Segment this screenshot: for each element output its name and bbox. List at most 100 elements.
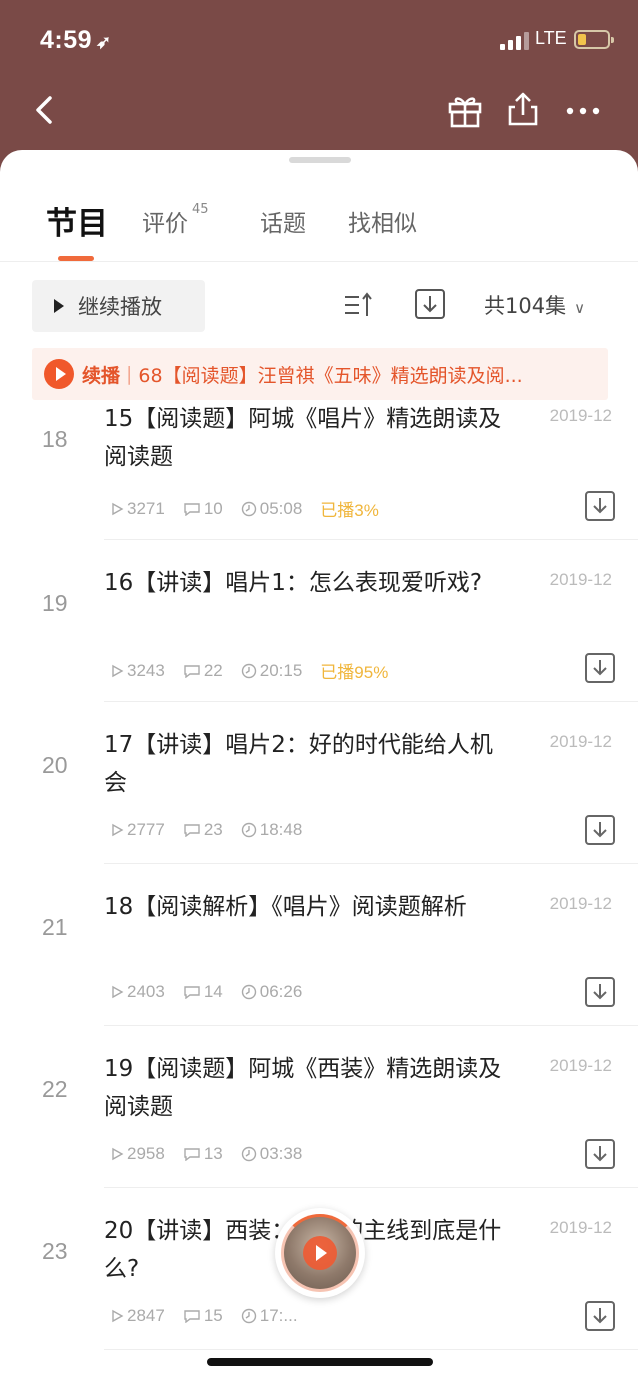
episode-count-selector[interactable]: 共104集 ∨ bbox=[484, 290, 585, 320]
more-button[interactable] bbox=[560, 88, 606, 134]
play-count: 3271 bbox=[127, 498, 165, 518]
episode-title: 15【阅读题】阿城《唱片》精选朗读及阅读题 bbox=[104, 406, 502, 470]
row-divider bbox=[104, 1349, 638, 1350]
episode-meta: 2403 14 06:26 bbox=[110, 982, 320, 1002]
mini-player-cover bbox=[281, 1214, 359, 1292]
play-icon bbox=[54, 299, 64, 313]
resume-label: 续播 bbox=[82, 364, 121, 387]
tab-topics[interactable]: 话题 bbox=[260, 204, 306, 238]
tab-similar[interactable]: 找相似 bbox=[348, 204, 417, 238]
episode-row[interactable]: 22 19【阅读题】阿城《西装》精选朗读及阅读题 2019-12 2958 13… bbox=[0, 1026, 638, 1188]
episode-index: 21 bbox=[42, 914, 68, 940]
continue-play-label: 继续播放 bbox=[78, 295, 162, 319]
download-icon bbox=[585, 1139, 615, 1169]
episode-row[interactable]: 20 17【讲读】唱片2：好的时代能给人机会 2019-12 2777 23 1… bbox=[0, 702, 638, 864]
download-button[interactable] bbox=[584, 1138, 616, 1170]
comment-icon bbox=[184, 824, 200, 837]
continue-play-button[interactable]: 继续播放 bbox=[32, 280, 205, 332]
episode-sheet: 节目 评价 45 话题 找相似 继续播放 共104集 ∨ 续播 | 68【阅读题】… bbox=[0, 150, 638, 1380]
duration: 17:... bbox=[259, 1306, 298, 1325]
back-button[interactable] bbox=[24, 88, 70, 134]
episode-title: 18【阅读解析】《唱片》阅读题解析 bbox=[104, 894, 467, 920]
episode-date: 2019-12 bbox=[549, 1218, 612, 1237]
download-button[interactable] bbox=[584, 1300, 616, 1332]
episode-title: 17【讲读】唱片2：好的时代能给人机会 bbox=[104, 732, 493, 796]
episode-row[interactable]: 19 16【讲读】唱片1：怎么表现爱听戏? 2019-12 3243 22 20… bbox=[0, 540, 638, 702]
episode-meta: 3243 22 20:15 已播95% bbox=[110, 658, 406, 683]
gift-button[interactable] bbox=[442, 88, 488, 134]
tab-label: 话题 bbox=[260, 211, 306, 237]
download-button[interactable] bbox=[584, 814, 616, 846]
gift-icon bbox=[448, 97, 482, 128]
home-indicator[interactable] bbox=[207, 1358, 433, 1366]
play-count: 3243 bbox=[127, 660, 165, 680]
share-button[interactable] bbox=[500, 88, 546, 134]
clock-icon bbox=[241, 501, 256, 516]
play-count: 2403 bbox=[127, 982, 165, 1001]
sort-icon bbox=[345, 292, 372, 316]
clock-icon bbox=[241, 1308, 256, 1324]
location-arrow-icon: ➶ bbox=[96, 32, 112, 52]
download-button[interactable] bbox=[584, 490, 616, 522]
duration: 06:26 bbox=[259, 982, 303, 1001]
more-dots-icon bbox=[566, 107, 600, 115]
download-icon bbox=[585, 977, 615, 1007]
tab-active-indicator bbox=[58, 256, 94, 261]
episode-meta: 3271 10 05:08 已播3% bbox=[110, 496, 397, 521]
resume-title: 68【阅读题】汪曾祺《五味》精选朗读及阅... bbox=[138, 364, 523, 387]
play-count-icon bbox=[112, 502, 124, 515]
download-button[interactable] bbox=[584, 652, 616, 684]
sort-button[interactable] bbox=[342, 288, 376, 322]
clock-icon bbox=[241, 984, 256, 1000]
play-count-icon bbox=[112, 664, 124, 677]
share-icon bbox=[508, 92, 538, 126]
tab-episodes[interactable]: 节目 bbox=[46, 198, 108, 243]
tab-reviews[interactable]: 评价 45 bbox=[142, 202, 209, 238]
episode-meta: 2847 15 17:... bbox=[110, 1306, 316, 1326]
duration: 20:15 bbox=[259, 660, 303, 680]
chevron-down-icon: ∨ bbox=[574, 299, 586, 317]
episode-row[interactable]: 18 15【阅读题】阿城《唱片》精选朗读及阅读题 2019-12 3271 10… bbox=[0, 400, 638, 540]
clock-icon bbox=[241, 1146, 256, 1162]
episode-meta: 2958 13 03:38 bbox=[110, 1144, 320, 1164]
download-button[interactable] bbox=[584, 976, 616, 1008]
comment-icon bbox=[184, 502, 200, 516]
play-icon bbox=[303, 1236, 337, 1270]
tab-label: 节目 bbox=[46, 206, 108, 242]
review-count: 45 bbox=[192, 202, 209, 217]
comment-count: 14 bbox=[203, 982, 223, 1001]
episode-index: 22 bbox=[42, 1076, 68, 1102]
episode-index: 18 bbox=[42, 426, 68, 452]
comment-count: 15 bbox=[203, 1306, 223, 1325]
mini-player[interactable] bbox=[275, 1208, 365, 1298]
network-label: LTE bbox=[535, 28, 567, 48]
status-bar: 4:59 ➶ LTE bbox=[0, 0, 638, 80]
list-controls: 继续播放 共104集 ∨ bbox=[0, 276, 638, 336]
play-count-icon bbox=[112, 1309, 124, 1323]
episode-date: 2019-12 bbox=[549, 570, 612, 589]
tab-label: 评价 bbox=[142, 211, 188, 237]
comment-count: 13 bbox=[203, 1144, 223, 1163]
episode-index: 20 bbox=[42, 752, 68, 778]
comment-count: 22 bbox=[203, 660, 223, 680]
duration: 18:48 bbox=[259, 820, 303, 839]
played-progress: 已播3% bbox=[320, 501, 379, 520]
episode-index: 19 bbox=[42, 590, 68, 616]
signal-icon bbox=[500, 30, 534, 50]
episode-date: 2019-12 bbox=[549, 406, 612, 425]
top-navbar bbox=[0, 80, 638, 150]
comment-icon bbox=[184, 1310, 200, 1323]
tab-bar: 节目 评价 45 话题 找相似 bbox=[0, 190, 638, 262]
download-icon bbox=[585, 491, 615, 521]
play-count-icon bbox=[112, 823, 124, 837]
clock-icon bbox=[241, 663, 256, 678]
clock-icon bbox=[241, 822, 256, 838]
comment-icon bbox=[184, 664, 200, 678]
episode-index: 23 bbox=[42, 1238, 68, 1264]
battery-icon bbox=[574, 30, 614, 49]
comment-icon bbox=[184, 986, 200, 999]
episode-row[interactable]: 21 18【阅读解析】《唱片》阅读题解析 2019-12 2403 14 06:… bbox=[0, 864, 638, 1026]
resume-banner[interactable]: 续播 | 68【阅读题】汪曾祺《五味》精选朗读及阅... bbox=[32, 348, 608, 400]
batch-download-button[interactable] bbox=[412, 286, 448, 322]
sheet-drag-handle[interactable] bbox=[289, 157, 351, 163]
